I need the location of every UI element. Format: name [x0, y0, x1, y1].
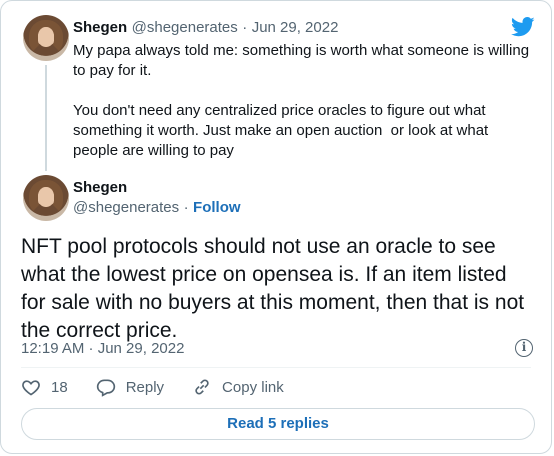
twitter-bird-icon[interactable] [511, 17, 535, 37]
tweet-actions: 18 Reply Copy link [21, 377, 284, 397]
read-replies-button[interactable]: Read 5 replies [21, 408, 535, 440]
tweet-timestamp[interactable]: 12:19 AM · Jun 29, 2022 [21, 340, 184, 357]
follow-link[interactable]: Follow [193, 199, 241, 216]
separator-dot: · [183, 199, 189, 216]
info-icon[interactable]: i [515, 339, 533, 357]
thread-connector [45, 65, 47, 171]
reply-icon [96, 379, 115, 397]
author-handle[interactable]: @shegenerates [132, 19, 238, 36]
heart-icon [22, 380, 40, 396]
reply-label: Reply [125, 378, 165, 396]
tweet-date[interactable]: Jun 29, 2022 [252, 19, 339, 36]
like-button[interactable]: 18 [21, 377, 68, 397]
avatar[interactable] [23, 175, 69, 221]
divider [21, 367, 531, 368]
reply-button[interactable]: Reply [96, 377, 164, 397]
copy-link-label: Copy link [222, 378, 284, 396]
like-count: 18 [51, 378, 68, 396]
author-name[interactable]: Shegen [73, 179, 127, 196]
avatar-face [37, 26, 55, 48]
author-handle[interactable]: @shegenerates [73, 199, 179, 216]
tweet-embed-card: Shegen @shegenerates · Jun 29, 2022 My p… [0, 0, 552, 454]
separator-dot: · [242, 19, 248, 36]
avatar[interactable] [23, 15, 69, 61]
author-handle-row: @shegenerates · Follow [73, 199, 241, 217]
copy-link-button[interactable]: Copy link [192, 377, 284, 397]
link-icon [195, 379, 209, 395]
quoted-tweet-header: Shegen @shegenerates · Jun 29, 2022 [73, 19, 338, 37]
avatar-face [37, 186, 55, 208]
author-name[interactable]: Shegen [73, 19, 127, 36]
tweet-text: NFT pool protocols should not use an ora… [21, 235, 525, 342]
quoted-tweet-text: My papa always told me: something is wor… [73, 42, 530, 159]
